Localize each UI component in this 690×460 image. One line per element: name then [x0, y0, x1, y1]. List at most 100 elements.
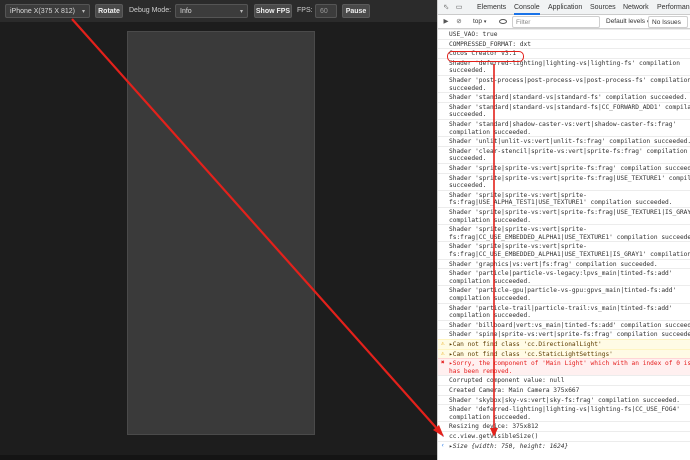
device-screen[interactable] — [127, 31, 315, 435]
console-log-line: Shader 'billboard|vert:vs_main|tinted-fs… — [438, 319, 690, 330]
console-message-text: COMPRESSED_FORMAT: dxt — [449, 40, 531, 48]
console-log-line: Shader 'graphics|vs:vert|fs:frag' compil… — [438, 258, 690, 269]
console-messages[interactable]: USE_VAO: true COMPRESSED_FORMAT: dxt Cocos… — [438, 29, 690, 460]
inspect-icon[interactable]: ⬁ — [441, 0, 451, 15]
console-message-text: Shader 'sprite|sprite-vs:vert|sprite- fs… — [449, 226, 690, 241]
pause-button[interactable]: Pause — [342, 4, 370, 18]
device-select[interactable]: iPhone X(375 X 812) ▾ — [5, 4, 90, 18]
error-icon: ✖ — [441, 359, 445, 367]
console-message-text: Shader 'particle|particle-vs-legacy:lpvs… — [449, 270, 673, 285]
console-message-text: Shader 'clear-stencil|sprite-vs:vert|spr… — [449, 147, 688, 163]
console-error[interactable]: ✖ ▸Sorry, the component of 'Main Light' w… — [438, 358, 690, 376]
console-warning[interactable]: ⚠ ▸Can not find class 'cc.StaticLightSett… — [438, 348, 690, 359]
tab-console[interactable]: Console — [514, 0, 540, 15]
fps-label: FPS: — [297, 7, 313, 14]
rotate-button[interactable]: Rotate — [95, 4, 123, 18]
console-message-text: Shader 'spine|sprite-vs:vert|sprite-fs:f… — [449, 331, 690, 339]
console-message-text: Resizing device: 375x812 — [449, 423, 539, 431]
tab-sources[interactable]: Sources — [590, 0, 616, 15]
console-log-line: Corrupted component value: null — [438, 375, 690, 385]
simulator-panel: iPhone X(375 X 812) ▾ Rotate Debug Mode:… — [0, 0, 437, 460]
fps-input[interactable]: 60 — [315, 4, 337, 18]
console-message-text: USE_VAO: true — [449, 31, 498, 38]
devtools-tabbar: ⬁ ▭ Elements Console Application Sources… — [438, 0, 690, 15]
simulator-footer — [0, 455, 437, 460]
console-message-text: cc.view.getVisibleSize() — [449, 433, 539, 440]
device-select-value: iPhone X(375 X 812) — [10, 8, 75, 15]
console-log-line: Shader 'particle-trail|particle-trail:vs… — [438, 302, 690, 320]
console-log-line: Shader 'particle|particle-vs-legacy:lpvs… — [438, 268, 690, 285]
levels-value: Default levels — [606, 18, 646, 25]
sidebar-icon[interactable]: ▶ — [441, 16, 451, 28]
debug-mode-select[interactable]: Info ▾ — [175, 4, 248, 18]
tab-performance[interactable]: Performan — [657, 0, 690, 15]
console-log-line: Shader 'unlit|unlit-vs:vert|unlit-fs:fra… — [438, 136, 690, 146]
console-warning[interactable]: ⚠ ▸Can not find class 'cc.DirectionalLigh… — [438, 339, 690, 349]
console-log-line: Resizing device: 375x812 — [438, 421, 690, 431]
console-message-text: Shader 'particle-gpu|particle-vs-gpu:gpv… — [449, 287, 677, 302]
console-message-text: ▸Can not find class 'cc.StaticLightSetti… — [449, 350, 613, 358]
result-arrow-icon: ‹ — [441, 441, 445, 449]
console-log-line: Shader 'spine|sprite-vs:vert|sprite-fs:f… — [438, 329, 690, 339]
console-message-text: Shader 'billboard|vert:vs_main|tinted-fs… — [449, 321, 690, 329]
tab-network[interactable]: Network — [623, 0, 649, 15]
console-log-line: Shader 'skybox|sky-vs:vert|sky-fs:frag' … — [438, 394, 690, 405]
console-log-line: Shader 'particle-gpu|particle-vs-gpu:gpv… — [438, 285, 690, 302]
console-log-line: Shader 'sprite|sprite-vs:vert|sprite-fs:… — [438, 163, 690, 173]
console-message-text: Shader 'standard|standard-vs|standard-fs… — [449, 94, 688, 102]
console-message-text: Shader 'particle-trail|particle-trail:vs… — [449, 304, 673, 320]
console-log-line: Shader 'standard|shadow-caster-vs:vert|s… — [438, 119, 690, 136]
console-log-line: Shader 'deferred-lighting|lighting-vs|li… — [438, 404, 690, 421]
context-select[interactable]: top ▾ — [473, 16, 486, 28]
console-log-line: Cocos Creator v3.1 — [438, 48, 690, 58]
console-log-line: USE_VAO: true — [438, 29, 690, 39]
chevron-down-icon: ▾ — [483, 19, 487, 25]
warning-icon: ⚠ — [441, 340, 445, 347]
console-message-text: Shader 'standard|shadow-caster-vs:vert|s… — [449, 121, 677, 136]
console-log-line: COMPRESSED_FORMAT: dxt — [438, 38, 690, 49]
console-message-text: Cocos Creator v3.1 — [449, 50, 517, 58]
console-message-text: Shader 'sprite|sprite-vs:vert|sprite-fs:… — [449, 165, 690, 172]
console-log-line: Shader 'standard|standard-vs|standard-fs… — [438, 101, 690, 119]
warning-icon: ⚠ — [441, 349, 445, 357]
console-message-text: ▸Size {width: 750, height: 1624} — [449, 442, 569, 450]
eye-icon[interactable] — [499, 19, 507, 24]
console-message-text: Shader 'sprite|sprite-vs:vert|sprite- fs… — [449, 243, 690, 258]
console-log-line: Shader 'sprite|sprite-vs:vert|sprite- fs… — [438, 224, 690, 241]
console-log-line: Shader 'sprite|sprite-vs:vert|sprite-fs:… — [438, 172, 690, 190]
filter-input[interactable]: Filter — [512, 16, 600, 28]
simulator-toolbar: iPhone X(375 X 812) ▾ Rotate Debug Mode:… — [0, 0, 437, 22]
console-message-text: ▸Can not find class 'cc.DirectionalLight… — [449, 341, 602, 348]
console-message-text: Shader 'sprite|sprite-vs:vert|sprite-fs:… — [449, 209, 690, 224]
debug-mode-value: Info — [180, 8, 192, 15]
console-toolbar: ▶ ⊘ top ▾ Filter Default levels ▾ No Iss… — [438, 15, 690, 29]
console-log-line: Shader 'sprite|sprite-vs:vert|sprite-fs:… — [438, 207, 690, 224]
console-message-text: Shader 'sprite|sprite-vs:vert|sprite-fs:… — [449, 174, 690, 190]
console-log-line: Shader 'clear-stencil|sprite-vs:vert|spr… — [438, 145, 690, 163]
console-log-line: Shader 'sprite|sprite-vs:vert|sprite- fs… — [438, 241, 690, 258]
console-input: › cc.view.getVisibleSize() — [438, 431, 690, 441]
console-result[interactable]: ‹ ▸Size {width: 750, height: 1624} — [438, 440, 690, 451]
clear-console-icon[interactable]: ⊘ — [454, 16, 464, 28]
console-message-text: Corrupted component value: null — [449, 377, 565, 385]
issues-button[interactable]: No Issues — [648, 16, 688, 28]
console-message-text: Shader 'graphics|vs:vert|fs:frag' compil… — [449, 260, 658, 268]
console-message-text: Shader 'deferred-lighting|lighting-vs|li… — [449, 406, 680, 421]
chevron-down-icon: ▾ — [81, 9, 85, 15]
console-message-text: Shader 'sprite|sprite-vs:vert|sprite- fs… — [449, 191, 673, 207]
show-fps-button[interactable]: Show FPS — [254, 4, 292, 18]
console-message-text: Created Camera: Main Camera 375x667 — [449, 387, 580, 394]
console-log-line: Created Camera: Main Camera 375x667 — [438, 385, 690, 395]
tab-application[interactable]: Application — [548, 0, 582, 15]
prompt-icon: › — [441, 432, 445, 439]
console-message-text: Shader 'deferred-lighting|lighting-vs|li… — [449, 59, 680, 75]
device-toggle-icon[interactable]: ▭ — [454, 0, 464, 15]
console-message-text: ▸Sorry, the component of 'Main Light' wh… — [449, 360, 690, 375]
console-message-text: Shader 'standard|standard-vs|standard-fs… — [449, 103, 690, 119]
levels-select[interactable]: Default levels ▾ — [606, 16, 649, 28]
context-value: top — [473, 18, 483, 25]
console-log-line: Shader 'post-process|post-process-vs|pos… — [438, 75, 690, 92]
console-message-text: Shader 'unlit|unlit-vs:vert|unlit-fs:fra… — [449, 138, 690, 146]
debug-mode-label: Debug Mode: — [129, 7, 172, 14]
tab-elements[interactable]: Elements — [477, 0, 506, 15]
